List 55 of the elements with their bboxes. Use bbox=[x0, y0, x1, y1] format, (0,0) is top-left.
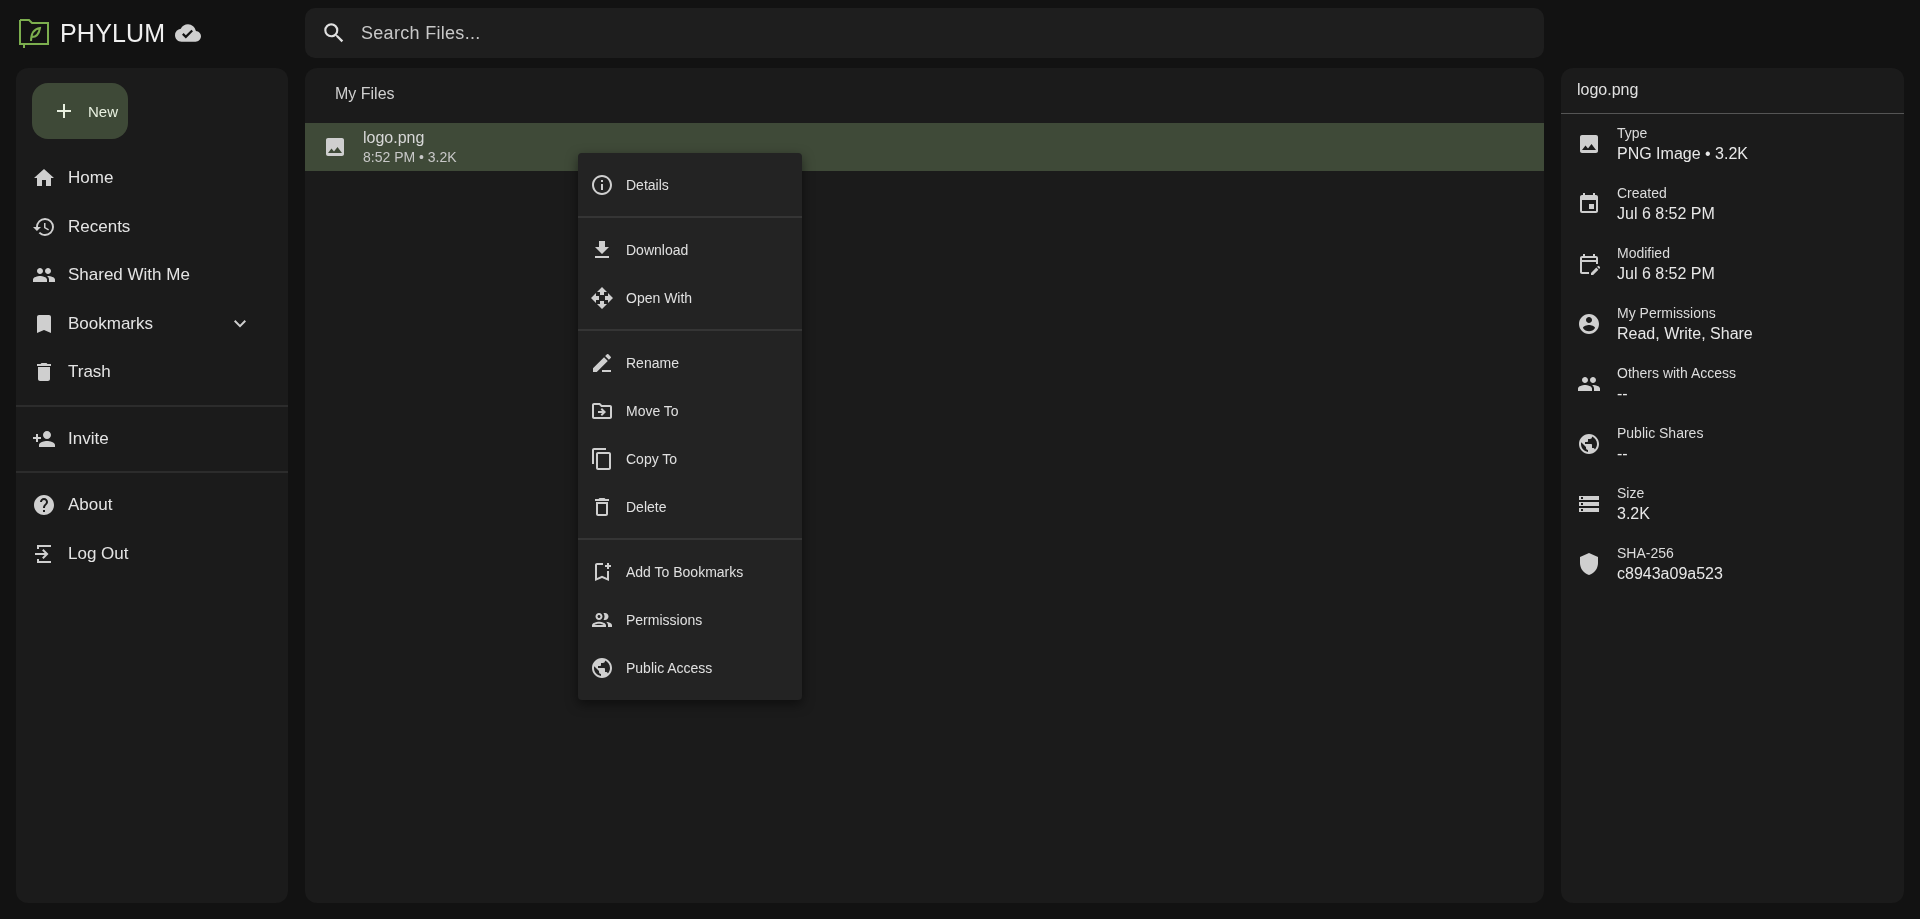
details-title: logo.png bbox=[1561, 68, 1904, 114]
field-value: Read, Write, Share bbox=[1617, 324, 1753, 344]
globe-icon bbox=[590, 656, 614, 680]
menu-item[interactable]: Permissions bbox=[578, 596, 802, 644]
four-arrows-icon bbox=[590, 286, 614, 310]
menu-item[interactable]: Rename bbox=[578, 339, 802, 387]
field-label: Type bbox=[1617, 124, 1649, 143]
section-title: My Files bbox=[334, 84, 396, 104]
field-value: PNG Image • 3.2K bbox=[1617, 144, 1748, 164]
file-row[interactable]: logo.png 8:52 PM • 3.2K bbox=[305, 123, 1544, 171]
nav-item[interactable]: Invite bbox=[16, 414, 276, 463]
help-icon bbox=[32, 493, 56, 518]
menu-item[interactable]: Copy To bbox=[578, 435, 802, 483]
search-field[interactable]: Search Files... bbox=[305, 8, 1544, 58]
field-label: My Permissions bbox=[1617, 304, 1717, 323]
nav-item[interactable]: Trash bbox=[16, 348, 276, 397]
field-value: -- bbox=[1617, 384, 1629, 404]
file-name: logo.png bbox=[363, 128, 426, 148]
nav-item[interactable]: Recents bbox=[16, 202, 276, 251]
field-value: Jul 6 8:52 PM bbox=[1617, 264, 1715, 284]
field-label: Others with Access bbox=[1617, 364, 1737, 383]
image-icon bbox=[323, 135, 347, 159]
field-label: Size bbox=[1617, 484, 1646, 503]
nav-item[interactable]: Log Out bbox=[16, 529, 276, 578]
nav-item[interactable]: Home bbox=[16, 154, 276, 203]
nav-item[interactable]: Shared With Me bbox=[16, 251, 276, 300]
field-label: Created bbox=[1617, 184, 1668, 203]
account-icon bbox=[1577, 312, 1601, 336]
menu-item[interactable]: Add To Bookmarks bbox=[578, 548, 802, 596]
field-label: Modified bbox=[1617, 244, 1671, 263]
globe-icon bbox=[1577, 432, 1601, 456]
folder-leaf-logo bbox=[18, 17, 50, 49]
file-meta: 8:52 PM • 3.2K bbox=[363, 148, 457, 166]
menu-item[interactable]: Public Access bbox=[578, 644, 802, 692]
app-name: PHYLUM bbox=[60, 18, 166, 48]
image-icon bbox=[1577, 132, 1601, 156]
shield-icon bbox=[1577, 552, 1601, 576]
field-value: -- bbox=[1617, 444, 1629, 464]
menu-item[interactable]: Open With bbox=[578, 274, 802, 322]
field-value: 3.2K bbox=[1617, 504, 1650, 524]
menu-item[interactable]: Move To bbox=[578, 387, 802, 435]
field-label: Public Shares bbox=[1617, 424, 1704, 443]
info-icon bbox=[590, 173, 614, 197]
calendar-icon bbox=[1577, 192, 1601, 216]
pencil-icon bbox=[590, 351, 614, 375]
calendar-pencil-icon bbox=[1577, 252, 1601, 276]
menu-item[interactable]: Delete bbox=[578, 483, 802, 531]
field-value: c8943a09a523 bbox=[1617, 564, 1723, 584]
field-label: SHA-256 bbox=[1617, 544, 1675, 563]
field-value: Jul 6 8:52 PM bbox=[1617, 204, 1715, 224]
copy-icon bbox=[590, 447, 614, 471]
nav-item[interactable]: About bbox=[16, 481, 276, 530]
menu-item[interactable]: Download bbox=[578, 226, 802, 274]
nav-item[interactable]: Bookmarks bbox=[16, 299, 276, 348]
new-button[interactable]: New bbox=[32, 83, 128, 139]
